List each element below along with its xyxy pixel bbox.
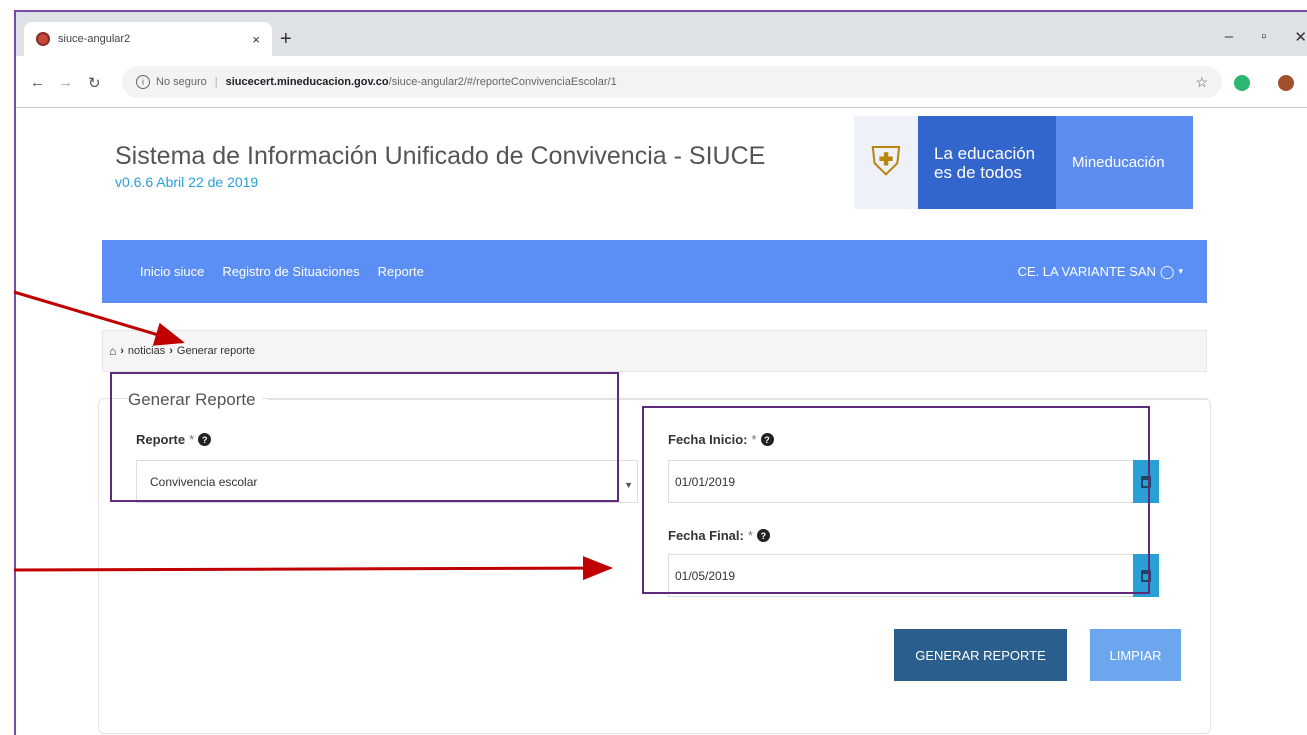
fecha-final-value: 01/05/2019	[675, 568, 736, 583]
fecha-final-input[interactable]: 01/05/2019	[668, 554, 1134, 597]
fecha-inicio-label: Fecha Inicio:	[668, 432, 748, 447]
tab-close-button[interactable]: ×	[252, 32, 260, 47]
government-logo: ⛨ La educación es de todos Mineducación	[854, 116, 1193, 209]
reporte-select[interactable]: Convivencia escolar ▼	[136, 460, 638, 503]
calendar-icon	[1141, 569, 1151, 582]
required-mark: *	[189, 432, 195, 447]
extension-icon[interactable]	[1234, 75, 1250, 91]
browser-tab-bar: siuce-angular2 × + – ▫ ✕	[16, 12, 1307, 56]
version-text: v0.6.6 Abril 22 de 2019	[115, 174, 259, 190]
ministry-name: Mineducación	[1056, 116, 1193, 209]
minimize-button[interactable]: –	[1225, 28, 1233, 46]
reporte-selected-value: Convivencia escolar	[150, 474, 258, 489]
reload-icon[interactable]: ↻	[88, 74, 101, 92]
fecha-inicio-input[interactable]: 01/01/2019	[668, 460, 1134, 503]
help-icon[interactable]: ?	[756, 529, 770, 542]
user-icon: ◯	[1159, 263, 1175, 279]
breadcrumb-item-current: Generar reporte	[176, 345, 256, 357]
tab-title: siuce-angular2	[58, 33, 131, 45]
legend-divider	[268, 399, 1208, 400]
new-tab-button[interactable]: +	[280, 28, 292, 51]
site-favicon-icon	[36, 32, 50, 46]
chevron-down-icon: ▼	[624, 480, 633, 490]
user-menu[interactable]: CE. LA VARIANTE SAN ◯ ▾	[1017, 264, 1183, 280]
close-window-button[interactable]: ✕	[1294, 28, 1307, 46]
nav-registro[interactable]: Registro de Situaciones	[222, 264, 359, 279]
main-navbar: Inicio siuce Registro de Situaciones Rep…	[102, 240, 1207, 303]
nav-reporte[interactable]: Reporte	[378, 264, 424, 279]
back-arrow-icon[interactable]: ←	[30, 74, 45, 91]
fecha-inicio-value: 01/01/2019	[675, 474, 736, 489]
required-mark: *	[751, 432, 757, 447]
breadcrumb: ⌂ › noticias › Generar reporte	[102, 330, 1207, 372]
url-separator: |	[214, 76, 218, 88]
panel-legend: Generar Reporte	[128, 390, 262, 410]
profile-avatar-icon[interactable]	[1278, 75, 1294, 91]
maximize-button[interactable]: ▫	[1261, 28, 1266, 46]
breadcrumb-item-noticias[interactable]: noticias	[128, 345, 165, 357]
chevron-right-icon: ›	[120, 345, 124, 357]
calendar-icon	[1141, 475, 1151, 488]
reporte-label-group: Reporte * ?	[136, 432, 212, 447]
fecha-final-label: Fecha Final:	[668, 528, 744, 543]
browser-tab[interactable]: siuce-angular2 ×	[24, 22, 272, 56]
clear-button[interactable]: LIMPIAR	[1090, 629, 1181, 681]
help-icon[interactable]: ?	[198, 433, 212, 446]
user-name: CE. LA VARIANTE SAN	[1017, 264, 1156, 279]
help-icon[interactable]: ?	[760, 433, 774, 446]
forward-arrow-icon[interactable]: →	[58, 74, 73, 91]
fecha-final-label-group: Fecha Final: * ?	[668, 528, 770, 543]
security-label: No seguro	[156, 76, 207, 88]
info-icon[interactable]: i	[136, 75, 150, 89]
reporte-label: Reporte	[136, 432, 186, 447]
slogan-line-2: es de todos	[934, 163, 1022, 182]
fecha-final-calendar-button[interactable]	[1133, 554, 1159, 597]
required-mark: *	[747, 528, 753, 543]
page-title: Sistema de Información Unificado de Conv…	[115, 142, 766, 170]
nav-inicio[interactable]: Inicio siuce	[140, 264, 204, 279]
coat-of-arms-icon: ⛨	[854, 116, 918, 209]
caret-down-icon: ▾	[1178, 266, 1183, 276]
home-icon[interactable]: ⌂	[109, 344, 116, 358]
generate-report-button[interactable]: GENERAR REPORTE	[894, 629, 1067, 681]
chevron-right-icon: ›	[169, 345, 173, 357]
window-controls: – ▫ ✕	[1225, 28, 1307, 46]
slogan-line-1: La educación	[934, 144, 1036, 163]
fecha-inicio-label-group: Fecha Inicio: * ?	[668, 432, 774, 447]
bookmark-star-icon[interactable]: ☆	[1195, 74, 1208, 91]
slogan-block: La educación es de todos	[918, 116, 1056, 209]
url-path: /siuce-angular2/#/reporteConvivenciaEsco…	[388, 76, 617, 88]
url-host: siucecert.mineducacion.gov.co	[225, 76, 389, 88]
fecha-inicio-calendar-button[interactable]	[1133, 460, 1159, 503]
address-bar-row: ← → ↻ i No seguro | siucecert.mineducaci…	[16, 56, 1307, 108]
url-input[interactable]: i No seguro | siucecert.mineducacion.gov…	[122, 66, 1222, 98]
